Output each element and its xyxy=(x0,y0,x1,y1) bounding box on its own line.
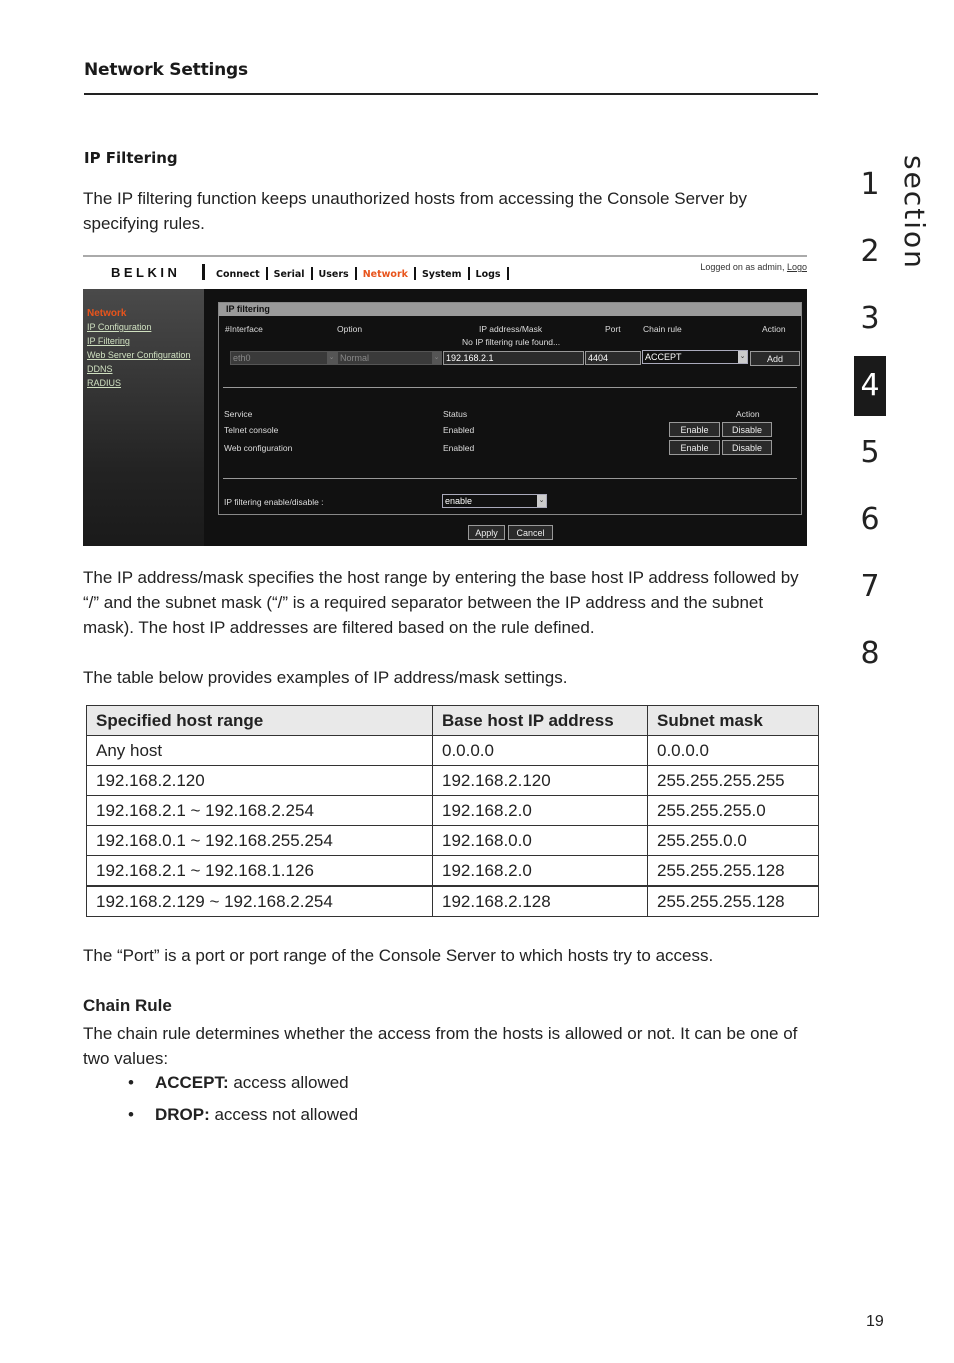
section-nav-3[interactable]: 3 xyxy=(854,289,886,349)
port-input[interactable]: 4404 xyxy=(585,351,641,365)
nav-logs[interactable]: Logs xyxy=(476,269,501,280)
col-option: Option xyxy=(337,324,363,334)
col-action: Action xyxy=(762,324,786,334)
section-nav-5[interactable]: 5 xyxy=(854,423,886,483)
web-ui-topbar: BELKIN Connect Serial Users Network Syst… xyxy=(83,257,807,289)
ip-filtering-intro: The IP filtering function keeps unauthor… xyxy=(83,189,747,233)
web-config-disable-button[interactable]: Disable xyxy=(722,440,772,455)
section-nav-2[interactable]: 2 xyxy=(854,222,886,282)
th-host-range: Specified host range xyxy=(86,705,433,736)
col-port: Port xyxy=(605,324,621,334)
chevron-down-icon: ⌄ xyxy=(432,352,441,364)
panel-title: IP filtering xyxy=(219,303,801,316)
chevron-down-icon: ⌄ xyxy=(327,352,336,364)
service-name: Telnet console xyxy=(224,425,279,435)
table-row: 192.168.2.129 ~ 192.168.2.254 192.168.2.1… xyxy=(86,885,819,917)
nav-connect[interactable]: Connect xyxy=(216,269,260,280)
col-service: Service xyxy=(224,409,253,419)
th-subnet-mask: Subnet mask xyxy=(647,705,819,736)
nav-network[interactable]: Network xyxy=(363,269,408,280)
table-row: 192.168.2.120 192.168.2.120 255.255.255.25… xyxy=(86,765,819,796)
table-row: 192.168.0.1 ~ 192.168.255.254 192.168.0.0… xyxy=(86,825,819,856)
ip-filtering-toggle-select[interactable]: enable ⌄ xyxy=(442,494,547,508)
ipmask-description: The IP address/mask specifies the host r… xyxy=(83,568,799,637)
table-row: 192.168.2.1 ~ 192.168.1.126 192.168.2.0 25… xyxy=(86,855,819,887)
list-item-drop: • DROP: access not allowed xyxy=(128,1105,359,1124)
page-header-title: Network Settings xyxy=(84,60,248,80)
service-status: Enabled xyxy=(443,443,475,453)
interface-select[interactable]: eth0 ⌄ xyxy=(230,351,337,365)
section-label: section xyxy=(898,155,931,270)
sidebar-link-ddns[interactable]: DDNS xyxy=(87,364,113,374)
table-intro: The table below provides examples of IP … xyxy=(83,668,568,687)
page-number: 19 xyxy=(866,1313,884,1330)
service-name: Web configuration xyxy=(224,443,293,453)
panel-divider xyxy=(223,387,797,388)
ip-mask-examples-table: Specified host range Base host IP addres… xyxy=(86,705,819,917)
no-rule-message: No IP filtering rule found... xyxy=(462,337,561,347)
sidebar-link-ip-configuration[interactable]: IP Configuration xyxy=(87,322,151,332)
chain-rule-description: The chain rule determines whether the ac… xyxy=(83,1024,798,1068)
chevron-down-icon: ⌄ xyxy=(537,495,546,507)
nav-system[interactable]: System xyxy=(422,269,462,280)
section-nav-7[interactable]: 7 xyxy=(854,557,886,617)
col-chain-rule: Chain rule xyxy=(643,324,682,334)
ip-filtering-heading: IP Filtering xyxy=(84,149,178,167)
web-ui-nav: Connect Serial Users Network System Logs xyxy=(216,267,515,280)
col-status: Status xyxy=(443,409,468,419)
ip-mask-input[interactable]: 192.168.2.1 xyxy=(443,351,584,365)
section-nav-8[interactable]: 8 xyxy=(854,624,886,684)
telnet-disable-button[interactable]: Disable xyxy=(722,422,772,437)
sidebar-title: Network xyxy=(87,308,127,319)
chevron-down-icon: ⌄ xyxy=(738,351,747,363)
table-header-row: Specified host range Base host IP addres… xyxy=(86,705,819,736)
col-service-action: Action xyxy=(736,409,760,419)
col-interface: #Interface xyxy=(225,324,263,334)
web-ui-sidebar: Network IP Configuration IP Filtering We… xyxy=(83,289,204,546)
ip-filtering-toggle-label: IP filtering enable/disable : xyxy=(224,497,324,507)
list-item-accept: • ACCEPT: access allowed xyxy=(128,1073,349,1092)
logged-status: Logged on as admin, Logo xyxy=(700,262,807,272)
add-rule-button[interactable]: Add xyxy=(750,351,800,366)
bullet-icon: • xyxy=(128,1105,134,1124)
telnet-enable-button[interactable]: Enable xyxy=(669,422,720,437)
chain-rule-heading: Chain Rule xyxy=(83,996,172,1015)
sidebar-link-ip-filtering[interactable]: IP Filtering xyxy=(87,336,130,346)
web-config-enable-button[interactable]: Enable xyxy=(669,440,720,455)
th-base-ip: Base host IP address xyxy=(432,705,648,736)
panel-divider xyxy=(223,478,797,479)
cancel-button[interactable]: Cancel xyxy=(508,525,553,540)
option-select[interactable]: Normal ⌄ xyxy=(337,351,442,365)
table-row: 192.168.2.1 ~ 192.168.2.254 192.168.2.0 25… xyxy=(86,795,819,826)
nav-users[interactable]: Users xyxy=(319,269,349,280)
nav-serial[interactable]: Serial xyxy=(274,269,305,280)
apply-button[interactable]: Apply xyxy=(468,525,505,540)
col-ip-mask: IP address/Mask xyxy=(479,324,543,334)
section-nav-4-active[interactable]: 4 xyxy=(854,356,886,416)
section-nav-1[interactable]: 1 xyxy=(854,155,886,215)
belkin-logo: BELKIN xyxy=(111,265,181,280)
ip-filtering-panel: IP filtering #Interface Option IP addres… xyxy=(218,302,802,515)
sidebar-link-radius[interactable]: RADIUS xyxy=(87,378,121,388)
logout-link[interactable]: Logo xyxy=(787,262,807,272)
service-status: Enabled xyxy=(443,425,475,435)
logo-separator xyxy=(202,264,205,280)
header-rule xyxy=(84,93,818,95)
web-ui-screenshot: BELKIN Connect Serial Users Network Syst… xyxy=(83,255,807,546)
table-row: Any host 0.0.0.0 0.0.0.0 xyxy=(86,735,819,766)
port-description: The “Port” is a port or port range of th… xyxy=(83,946,714,965)
chain-rule-select[interactable]: ACCEPT ⌄ xyxy=(642,350,748,364)
sidebar-link-web-server-configuration[interactable]: Web Server Configuration xyxy=(87,350,190,360)
bullet-icon: • xyxy=(128,1073,134,1092)
section-nav-6[interactable]: 6 xyxy=(854,490,886,550)
